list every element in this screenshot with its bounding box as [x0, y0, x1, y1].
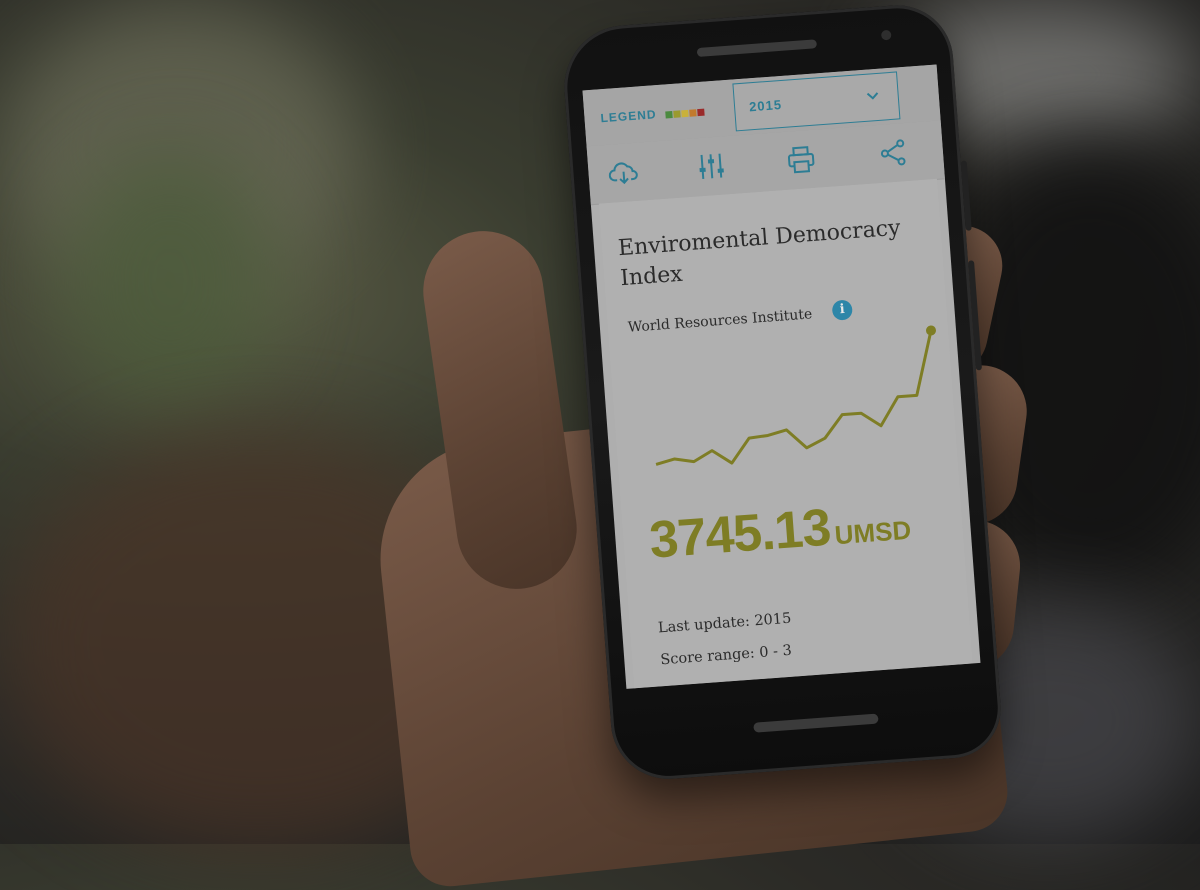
cloud-download-icon[interactable] [608, 157, 640, 189]
chevron-down-icon [865, 88, 880, 105]
legend-label: LEGEND [600, 107, 657, 126]
phone-camera [880, 29, 892, 41]
info-icon[interactable]: i [831, 299, 853, 321]
background-blur [60, 150, 280, 410]
year-select[interactable]: 2015 [732, 71, 901, 132]
year-select-value: 2015 [748, 96, 783, 115]
share-icon[interactable] [877, 137, 909, 169]
trend-line-chart [655, 325, 937, 466]
indicator-value-unit: UMSD [833, 514, 913, 551]
legend-swatch [681, 109, 690, 118]
indicator-card: Enviromental Democracy Index World Resou… [598, 178, 973, 689]
score-range: Score range: 0 - 3 [659, 642, 793, 669]
legend-swatch [689, 109, 698, 117]
phone-screen: LEGEND 2015 Enviromental Democracy Index… [582, 64, 981, 689]
card-title: Enviromental Democracy Index [617, 215, 902, 292]
legend[interactable]: LEGEND [600, 104, 706, 127]
smartphone: LEGEND 2015 Enviromental Democracy Index… [560, 1, 1005, 783]
chart-series-line [655, 330, 933, 466]
phone-side-button [960, 160, 972, 231]
indicator-value-number: 3745.13 [647, 498, 833, 570]
chart-end-point [926, 325, 937, 336]
indicator-value: 3745.13UMSD [647, 492, 913, 571]
legend-swatches [665, 104, 706, 121]
printer-icon[interactable] [785, 144, 817, 176]
legend-swatch [697, 108, 706, 116]
legend-swatch [673, 110, 682, 118]
phone-speaker [696, 39, 818, 58]
phone-speaker [753, 713, 879, 733]
legend-swatch [665, 110, 674, 119]
last-update: Last update: 2015 [657, 610, 792, 637]
sliders-icon[interactable] [695, 150, 727, 182]
